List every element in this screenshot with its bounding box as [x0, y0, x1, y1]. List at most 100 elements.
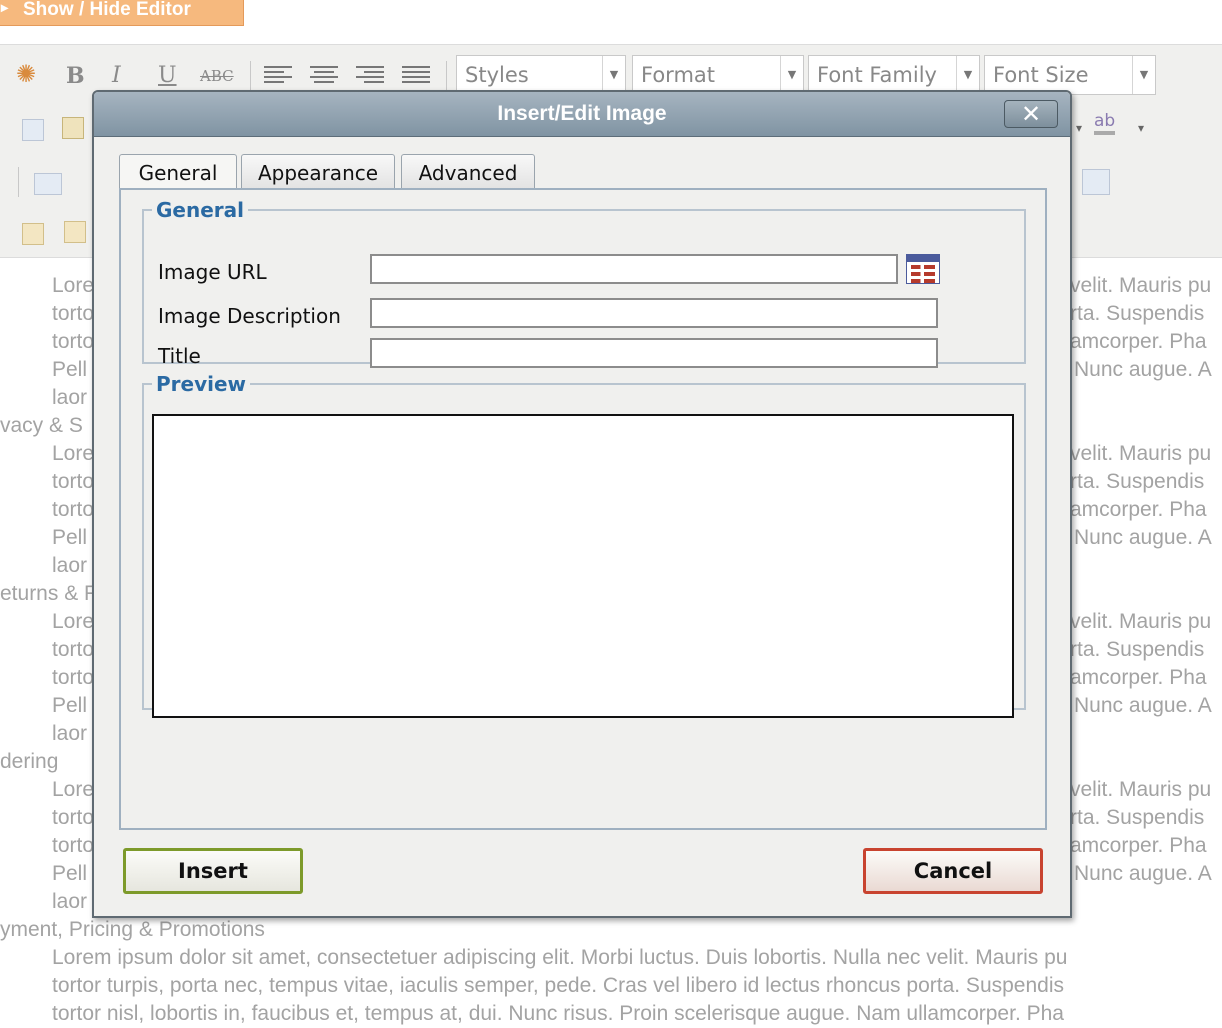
body-text: Nunc augue. A — [1074, 526, 1212, 549]
close-icon: ✕ — [1020, 100, 1042, 128]
image-url-input[interactable] — [370, 254, 898, 284]
tab-appearance-label: Appearance — [257, 161, 379, 185]
tab-advanced-label: Advanced — [418, 161, 518, 185]
image-url-label: Image URL — [158, 260, 267, 284]
preview-fieldset: Preview — [142, 372, 1026, 718]
layer-back-icon[interactable] — [64, 221, 86, 243]
body-text: rta. Suspendis — [1070, 806, 1205, 829]
anchor-icon[interactable]: ✺ — [16, 60, 36, 88]
copy-icon[interactable] — [22, 119, 44, 141]
layer-icon[interactable] — [22, 223, 44, 245]
body-text: torto — [52, 330, 95, 353]
body-text: amcorper. Pha — [1070, 834, 1207, 857]
chevron-down-icon: ▼ — [1132, 56, 1155, 94]
body-text: tortor turpis, porta nec, tempus vitae, … — [52, 974, 1064, 997]
toolbar-divider — [250, 61, 251, 91]
body-text: torto — [52, 806, 95, 829]
body-text: laor — [52, 386, 88, 409]
tab-appearance[interactable]: Appearance — [241, 154, 395, 190]
body-text: amcorper. Pha — [1070, 666, 1207, 689]
body-text: Pell — [52, 526, 88, 549]
spellcheck-icon[interactable]: ab — [1094, 111, 1116, 135]
show-hide-editor-button[interactable]: ▸ Show / Hide Editor — [0, 0, 244, 26]
browse-icon[interactable] — [906, 254, 940, 284]
body-text: velit. Mauris pu — [1070, 442, 1212, 465]
tab-advanced[interactable]: Advanced — [401, 154, 535, 190]
styles-select-label: Styles — [465, 63, 529, 87]
italic-button[interactable]: I — [112, 63, 121, 88]
title-input[interactable] — [370, 338, 938, 368]
body-text: rta. Suspendis — [1070, 638, 1205, 661]
preview-legend: Preview — [156, 372, 247, 396]
section-heading: vacy & S — [0, 414, 83, 437]
body-text: Pell — [52, 694, 88, 717]
body-text: Lorem ipsum dolor sit amet, consectetuer… — [52, 946, 1068, 969]
body-text: Lore — [52, 274, 95, 297]
body-text: Lore — [52, 442, 95, 465]
image-description-input[interactable] — [370, 298, 938, 328]
general-legend: General — [156, 198, 244, 222]
align-right-icon[interactable] — [356, 66, 384, 88]
dialog-title: Insert/Edit Image — [497, 102, 667, 125]
align-center-icon[interactable] — [310, 66, 338, 88]
horizontal-rule-icon[interactable] — [34, 173, 62, 195]
align-justify-icon[interactable] — [402, 66, 430, 88]
cancel-button[interactable]: Cancel — [863, 848, 1043, 894]
toolbar-divider — [18, 167, 19, 197]
font-family-select[interactable]: Font Family ▼ — [808, 55, 980, 95]
body-text: Nunc augue. A — [1074, 694, 1212, 717]
format-select-label: Format — [641, 63, 716, 87]
body-text: tortor nisl, lobortis in, faucibus et, t… — [52, 1002, 1064, 1025]
toolbar-divider — [446, 61, 447, 91]
section-heading: dering — [0, 750, 59, 773]
close-button[interactable]: ✕ — [1004, 100, 1058, 128]
fullscreen-icon[interactable] — [1082, 169, 1110, 195]
font-size-select[interactable]: Font Size ▼ — [984, 55, 1156, 95]
underline-button[interactable]: U — [158, 63, 177, 88]
title-label: Title — [158, 344, 201, 368]
body-text: amcorper. Pha — [1070, 330, 1207, 353]
align-left-icon[interactable] — [264, 66, 292, 88]
font-family-select-label: Font Family — [817, 63, 937, 87]
section-heading: yment, Pricing & Promotions — [0, 918, 265, 941]
tab-general[interactable]: General — [119, 154, 237, 191]
chevron-down-icon: ▼ — [780, 56, 803, 94]
body-text: velit. Mauris pu — [1070, 610, 1212, 633]
dropdown-arrow-icon[interactable]: ▾ — [1076, 121, 1082, 135]
body-text: Nunc augue. A — [1074, 862, 1212, 885]
cancel-button-label: Cancel — [913, 859, 993, 883]
font-size-select-label: Font Size — [993, 63, 1089, 87]
body-text: torto — [52, 498, 95, 521]
body-text: Lore — [52, 610, 95, 633]
body-text: torto — [52, 302, 95, 325]
tab-general-label: General — [138, 161, 218, 185]
insert-edit-image-dialog: Insert/Edit Image ✕ General Appearance A… — [92, 90, 1072, 918]
body-text: laor — [52, 722, 88, 745]
show-hide-label: Show / Hide Editor — [23, 0, 191, 20]
strikethrough-button[interactable]: ABC — [200, 67, 234, 85]
body-text: Nunc augue. A — [1074, 358, 1212, 381]
body-text: torto — [52, 834, 95, 857]
tab-panel-general: General Image URL Image Description Titl… — [119, 188, 1047, 830]
bold-button[interactable]: B — [66, 63, 85, 89]
styles-select[interactable]: Styles ▼ — [456, 55, 626, 95]
insert-button[interactable]: Insert — [123, 848, 303, 894]
dialog-titlebar[interactable]: Insert/Edit Image ✕ — [94, 92, 1070, 137]
body-text: torto — [52, 470, 95, 493]
chevron-down-icon: ▼ — [956, 56, 979, 94]
section-heading: eturns & F — [0, 582, 97, 605]
arrow-right-icon: ▸ — [1, 0, 9, 15]
dropdown-arrow-icon[interactable]: ▾ — [1138, 121, 1144, 135]
body-text: Lore — [52, 778, 95, 801]
body-text: torto — [52, 638, 95, 661]
insert-button-label: Insert — [178, 859, 248, 883]
body-text: laor — [52, 554, 88, 577]
paste-icon[interactable] — [62, 117, 84, 139]
body-text: rta. Suspendis — [1070, 302, 1205, 325]
chevron-down-icon: ▼ — [602, 56, 625, 94]
body-text: laor — [52, 890, 88, 913]
body-text: rta. Suspendis — [1070, 470, 1205, 493]
body-text: velit. Mauris pu — [1070, 778, 1212, 801]
format-select[interactable]: Format ▼ — [632, 55, 804, 95]
body-text: Pell — [52, 358, 88, 381]
